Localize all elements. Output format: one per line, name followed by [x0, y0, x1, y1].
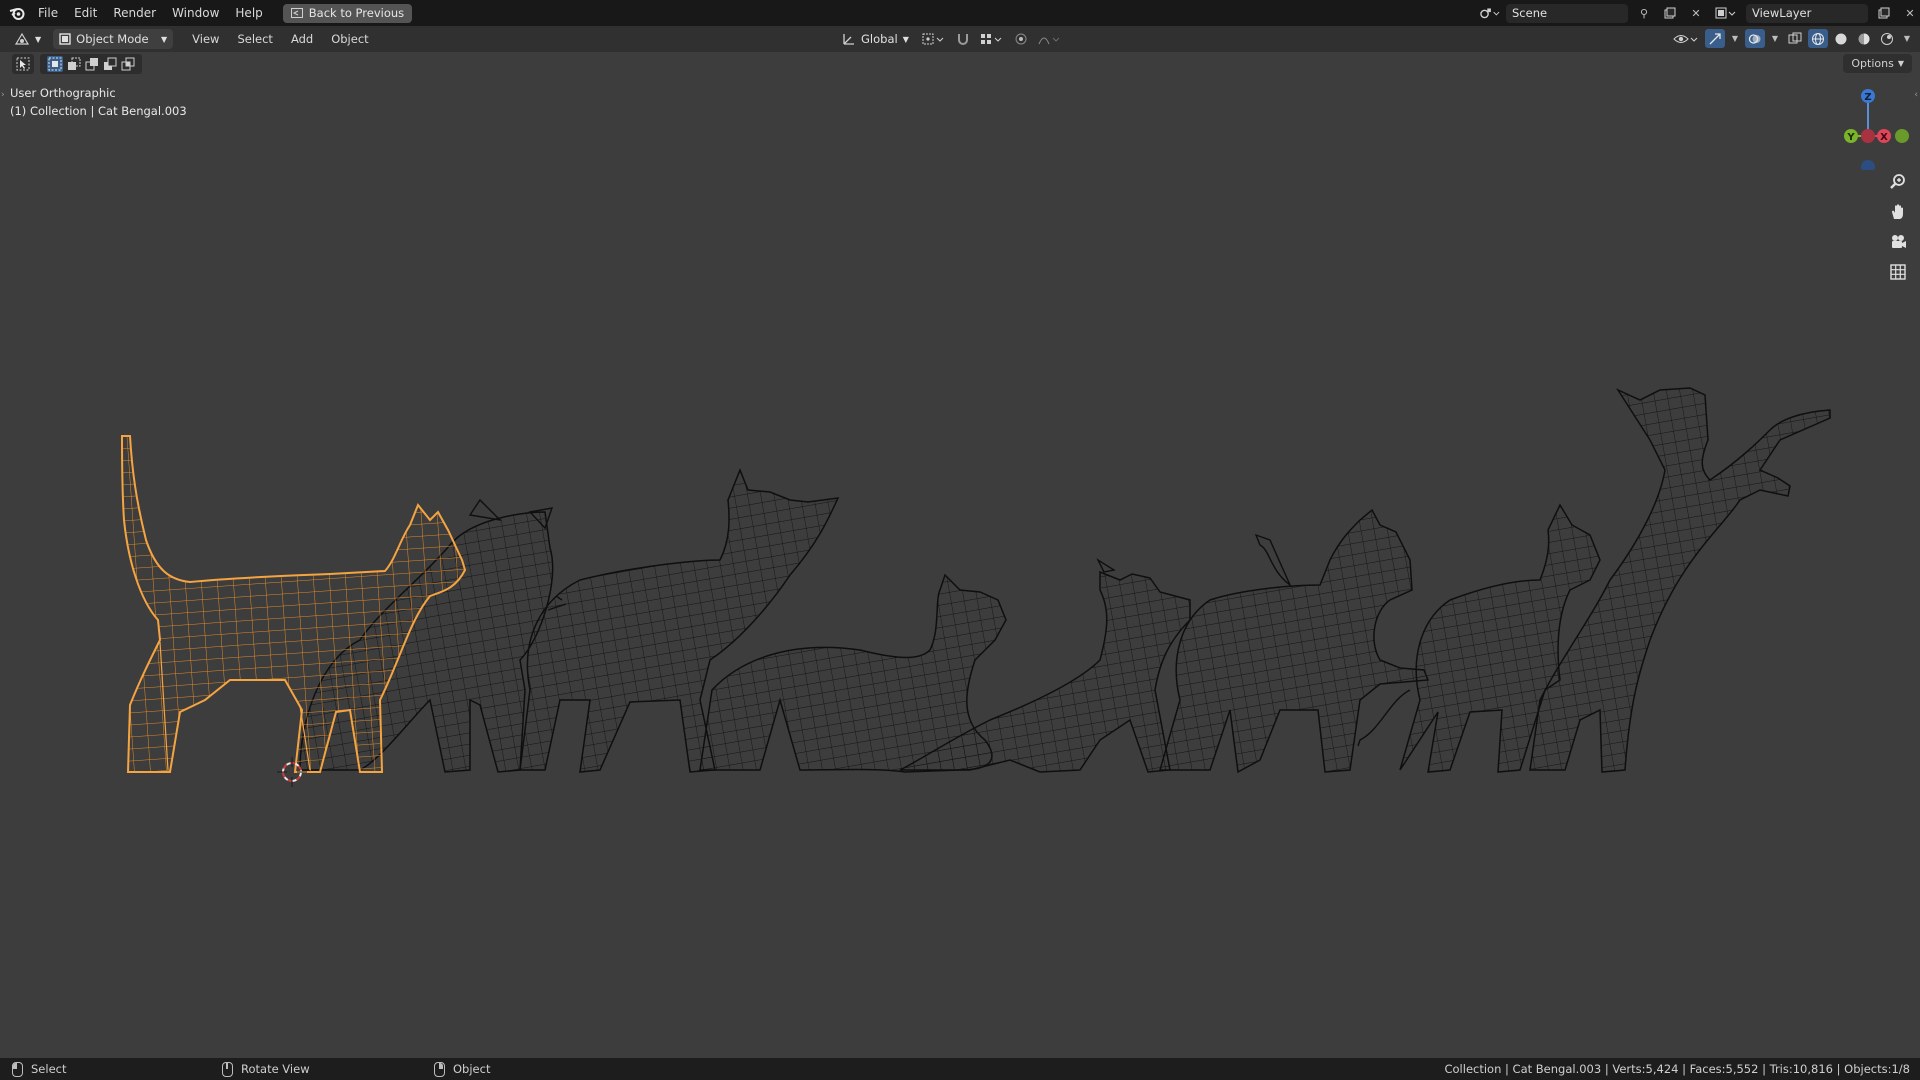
scene-viewlayer-group: Scene ⚲ ✕ ViewLayer ✕ [1480, 0, 1920, 26]
status-bar: Select Rotate View Object Collection | C… [0, 1058, 1920, 1080]
menu-help[interactable]: Help [227, 0, 270, 26]
new-viewlayer-icon[interactable] [1874, 4, 1894, 23]
chevron-down-icon: ▼ [35, 34, 42, 44]
orientation-dropdown[interactable]: Global ▼ [836, 29, 915, 49]
viewlayer-name: ViewLayer [1752, 6, 1812, 20]
chevron-down-icon: ▼ [161, 34, 168, 44]
object-mode-icon [59, 33, 71, 45]
tool-settings-bar: Options ▼ [0, 52, 1920, 76]
top-menu-bar: File Edit Render Window Help Back to Pre… [0, 0, 1920, 26]
orientation-label: Global [861, 32, 898, 46]
select-new-icon[interactable] [47, 56, 63, 72]
gizmo-toggle-icon[interactable] [1705, 29, 1725, 48]
chevron-down-icon: ▼ [1897, 59, 1904, 68]
status-left-click: Select [12, 1061, 67, 1077]
delete-scene-icon[interactable]: ✕ [1686, 4, 1706, 23]
back-to-previous-button[interactable]: Back to Previous [282, 3, 413, 23]
header-menu-add[interactable]: Add [282, 32, 322, 46]
options-label: Options [1851, 57, 1894, 70]
proportional-edit-icon[interactable] [1011, 30, 1031, 49]
header-menu-select[interactable]: Select [228, 32, 281, 46]
viewport-3d[interactable]: User Orthographic (1) Collection | Cat B… [0, 76, 1920, 1058]
menu-edit[interactable]: Edit [66, 0, 105, 26]
pin-scene-icon[interactable]: ⚲ [1634, 4, 1654, 23]
mode-label: Object Mode [76, 32, 149, 46]
cat-pawraise-wireframe[interactable] [1159, 508, 1430, 774]
viewlayer-name-field[interactable]: ViewLayer [1746, 3, 1868, 23]
options-dropdown[interactable]: Options ▼ [1843, 54, 1912, 73]
status-left-click-label: Select [31, 1062, 67, 1076]
chevron-down-icon: ▼ [902, 34, 909, 44]
header-menu-view[interactable]: View [183, 32, 228, 46]
editor-type-dropdown[interactable]: ▼ [8, 29, 47, 49]
shading-solid-icon[interactable] [1831, 29, 1851, 48]
snap-target-icon[interactable] [977, 30, 1007, 49]
xray-toggle-icon[interactable] [1785, 29, 1805, 48]
delete-viewlayer-icon[interactable]: ✕ [1900, 4, 1920, 23]
viewlayer-selector-icon[interactable] [1712, 4, 1740, 23]
menu-window[interactable]: Window [164, 0, 227, 26]
3d-viewport-icon [14, 32, 30, 46]
screen-back-icon [290, 8, 303, 18]
shading-rendered-icon[interactable] [1877, 29, 1897, 48]
blender-logo-icon[interactable] [4, 0, 30, 26]
shading-material-icon[interactable] [1854, 29, 1874, 48]
chevron-down-icon[interactable]: ▼ [1900, 29, 1914, 48]
mouse-middle-icon [222, 1061, 233, 1077]
new-scene-icon[interactable] [1660, 4, 1680, 23]
status-middle-click: Rotate View [222, 1061, 310, 1077]
overlays-toggle-icon[interactable] [1745, 29, 1765, 48]
select-tool-icon[interactable] [12, 54, 34, 74]
select-extend-icon[interactable] [67, 57, 81, 71]
scene-statistics: Collection | Cat Bengal.003 | Verts:5,42… [1444, 1062, 1910, 1076]
select-subtract-icon[interactable] [85, 57, 99, 71]
scene-name-field[interactable]: Scene [1506, 3, 1628, 23]
scene-selector-icon[interactable] [1480, 4, 1500, 23]
chevron-down-icon[interactable]: ▼ [1768, 29, 1782, 48]
mouse-left-icon [12, 1061, 23, 1077]
viewport-display-tools: ▼ ▼ ▼ [1670, 29, 1914, 48]
selection-mode-group [40, 54, 142, 74]
selectability-visibility-icon[interactable] [1670, 29, 1702, 48]
select-invert-icon[interactable] [103, 57, 117, 71]
menu-file[interactable]: File [30, 0, 66, 26]
cat-wireframe-scene[interactable] [0, 76, 1920, 1058]
transform-tools: Global ▼ [836, 29, 1065, 49]
select-intersect-icon[interactable] [121, 57, 135, 71]
transform-orientation-icon [842, 32, 856, 46]
mode-dropdown[interactable]: Object Mode ▼ [53, 29, 174, 49]
status-right-click: Object [434, 1061, 491, 1077]
falloff-icon[interactable] [1035, 30, 1065, 49]
cat-selected-wireframe[interactable] [120, 435, 467, 773]
scene-name: Scene [1512, 6, 1548, 20]
status-middle-click-label: Rotate View [241, 1062, 310, 1076]
chevron-down-icon[interactable]: ▼ [1728, 29, 1742, 48]
back-to-previous-label: Back to Previous [308, 6, 405, 20]
pivot-point-icon[interactable] [919, 30, 949, 49]
status-right-click-label: Object [453, 1062, 491, 1076]
viewport-header: ▼ Object Mode ▼ View Select Add Object G… [0, 26, 1920, 52]
menu-render[interactable]: Render [105, 0, 164, 26]
shading-wireframe-icon[interactable] [1808, 29, 1828, 48]
header-menu-object[interactable]: Object [322, 32, 377, 46]
mouse-right-icon [434, 1061, 445, 1077]
snap-toggle-icon[interactable] [953, 30, 973, 49]
